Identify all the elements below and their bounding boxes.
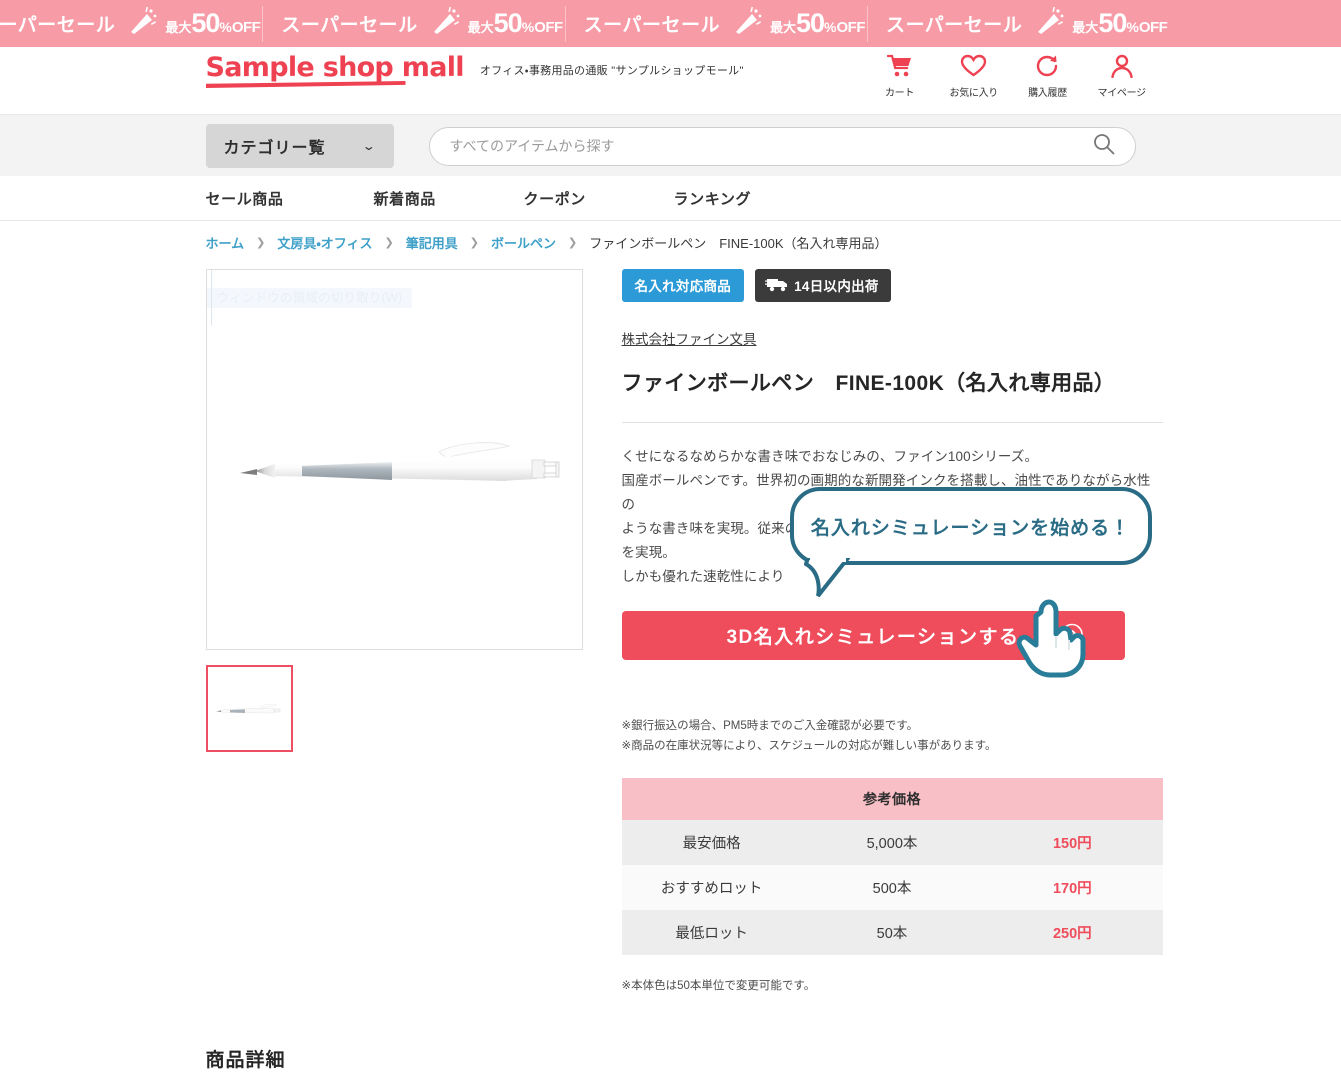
breadcrumb-item-current: ファインボールペン FINE-100K（名入れ専用品） bbox=[589, 235, 888, 251]
nav-item-coupon[interactable]: クーポン bbox=[524, 188, 674, 209]
nav-item-ranking[interactable]: ランキング bbox=[674, 188, 752, 209]
ballpoint-pen-thumbnail-illustration bbox=[215, 703, 280, 714]
search-bar-region: カテゴリー覧 ⌄ bbox=[0, 114, 1341, 176]
sale-banner-discount: 最大 50% OFF bbox=[165, 8, 261, 38]
party-cracker-icon bbox=[732, 6, 762, 40]
vendor-link[interactable]: 株式会社ファイン文具 bbox=[622, 328, 757, 348]
status-badge-shipping: 14日以内出荷 bbox=[755, 269, 891, 302]
product-info: 名入れ対応商品 14日以内出荷 株式会社ファイン文具 ファインボールペン FIN… bbox=[621, 269, 1163, 993]
header-item-cart[interactable]: カート bbox=[876, 51, 924, 99]
breadcrumb-separator-icon: ❯ bbox=[567, 236, 578, 249]
site-tagline: オフィス・事務用品の通販 "サンプルショップモール" bbox=[479, 65, 744, 77]
product-badges: 名入れ対応商品 14日以内出荷 bbox=[621, 269, 1163, 302]
chevron-down-icon: ⌄ bbox=[362, 139, 378, 153]
table-header-row: 参考価格 bbox=[621, 778, 1163, 820]
breadcrumb-separator-icon: ❯ bbox=[384, 236, 394, 249]
sale-banner-item: スーパーセール 最大50%OFF bbox=[262, 5, 564, 42]
history-icon bbox=[1024, 51, 1072, 81]
ballpoint-pen-illustration bbox=[239, 442, 559, 481]
header-item-mypage[interactable]: マイページ bbox=[1098, 51, 1146, 99]
price-row-price: 170円 bbox=[982, 865, 1163, 910]
simulation-callout-bubble: 名入れシミュレーションを始める！ bbox=[789, 487, 1152, 565]
price-row-price: 150円 bbox=[982, 820, 1163, 865]
search-icon[interactable] bbox=[1093, 133, 1115, 160]
nav-item-new[interactable]: 新着商品 bbox=[374, 188, 524, 209]
breadcrumb-item-home[interactable]: ホーム bbox=[206, 233, 245, 252]
search-field-wrapper[interactable] bbox=[428, 126, 1136, 166]
category-dropdown-label: カテゴリー覧 bbox=[223, 140, 326, 157]
price-row-qty: 5,000本 bbox=[801, 820, 983, 865]
price-row-price: 250円 bbox=[982, 910, 1163, 955]
callout-tail-shape bbox=[803, 558, 850, 598]
sale-banner-label: スーパーセール bbox=[0, 15, 116, 36]
account-icon bbox=[1098, 51, 1146, 81]
header-item-favorites-label: お気に入り bbox=[949, 88, 999, 99]
header-item-favorites[interactable]: お気に入り bbox=[950, 51, 998, 99]
header-item-cart-label: カート bbox=[884, 88, 915, 99]
sale-banner: スーパーセール 最大50%OFF スーパーセール bbox=[0, 0, 1341, 47]
header-icon-group: カート お気に入り 購入履歴 マイページ bbox=[876, 51, 1146, 99]
party-cracker-icon bbox=[430, 6, 460, 40]
shipping-note-line: ※銀行振込の場合、PM5時までのご入金確認が必要です。 bbox=[621, 720, 919, 732]
page-title: ファインボールペン FINE-100K（名入れ専用品） bbox=[621, 372, 1116, 395]
start-3d-simulation-button-label: 3D名入れシミュレーションする bbox=[726, 627, 1020, 648]
product-gallery: ウィンドウの領域の切り取り(W) bbox=[205, 269, 583, 993]
sale-banner-discount: 最大 50% OFF bbox=[1072, 8, 1168, 38]
divider bbox=[621, 422, 1163, 423]
reference-price-table: 参考価格 最安価格 5,000本 150円 おすすめロット 500本 170円 bbox=[621, 778, 1163, 955]
product-description-line: くせになるなめらかな書き味でおなじみの、ファイン100シリーズ。 bbox=[621, 449, 1039, 464]
product-description-line: しかも優れた速乾性により bbox=[621, 569, 785, 584]
search-input[interactable] bbox=[449, 138, 1093, 154]
product-main-image[interactable]: ウィンドウの領域の切り取り(W) bbox=[205, 269, 583, 650]
site-logo[interactable]: Sample shop mall オフィス・事務用品の通販 "サンプルショップモ… bbox=[205, 54, 744, 90]
sale-banner-discount: 最大 50% OFF bbox=[769, 8, 866, 38]
category-dropdown[interactable]: カテゴリー覧 ⌄ bbox=[205, 124, 394, 168]
breadcrumb-separator-icon: ❯ bbox=[469, 236, 479, 249]
price-row-label: 最安価格 bbox=[621, 820, 802, 865]
sale-banner-item: スーパーセール 最大50%OFF bbox=[866, 5, 1169, 42]
truck-icon bbox=[765, 276, 791, 295]
primary-nav: セール商品 新着商品 クーポン ランキング bbox=[0, 176, 1341, 221]
status-badge-naire: 名入れ対応商品 bbox=[621, 269, 745, 302]
sale-banner-track: スーパーセール 最大50%OFF スーパーセール bbox=[0, 5, 1169, 42]
product-thumbnail-list bbox=[205, 665, 583, 752]
breadcrumb: ホーム ❯ 文房具・オフィス ❯ 筆記用具 ❯ ボールペン ❯ ファインボールペ… bbox=[196, 221, 1146, 263]
sale-banner-discount: 最大 50% OFF bbox=[467, 8, 564, 38]
heart-icon bbox=[950, 51, 998, 81]
party-cracker-icon bbox=[127, 6, 157, 40]
simulation-callout-text: 名入れシミュレーションを始める！ bbox=[810, 517, 1131, 539]
product-detail: ウィンドウの領域の切り取り(W) 名入れ対応商品 14日以内出荷 株式会社ファイ… bbox=[196, 269, 1163, 993]
breadcrumb-item-stationery[interactable]: 文房具・オフィス bbox=[277, 233, 372, 252]
product-detail-heading: 商品詳細 bbox=[205, 1050, 286, 1071]
header-item-history-label: 購入履歴 bbox=[1028, 88, 1067, 99]
header-item-history[interactable]: 購入履歴 bbox=[1024, 51, 1072, 99]
sale-banner-item: スーパーセール 最大50%OFF bbox=[0, 6, 262, 42]
price-row-qty: 50本 bbox=[801, 910, 983, 955]
cart-icon bbox=[876, 51, 924, 81]
reference-price-table-title: 参考価格 bbox=[621, 778, 1163, 820]
price-row-qty: 500本 bbox=[801, 865, 983, 910]
shipping-note-line: ※商品の在庫状況等により、スケジュールの対応が難しい事があります。 bbox=[621, 740, 997, 752]
nav-item-sale[interactable]: セール商品 bbox=[206, 188, 374, 209]
product-thumbnail[interactable] bbox=[205, 665, 293, 752]
breadcrumb-item-writing[interactable]: 筆記用具 bbox=[406, 233, 458, 252]
price-row-label: おすすめロット bbox=[621, 865, 802, 910]
breadcrumb-separator-icon: ❯ bbox=[256, 236, 266, 249]
table-row: 最安価格 5,000本 150円 bbox=[621, 820, 1163, 865]
table-row: 最低ロット 50本 250円 bbox=[621, 910, 1163, 955]
body-color-note: ※本体色は50本単位で変更可能です。 bbox=[621, 980, 816, 992]
shipping-notes: ※銀行振込の場合、PM5時までのご入金確認が必要です。 ※商品の在庫状況等により… bbox=[622, 716, 1163, 756]
sale-banner-item: スーパーセール 最大50%OFF bbox=[564, 5, 867, 42]
status-badge-shipping-label: 14日以内出荷 bbox=[794, 279, 879, 294]
price-row-label: 最低ロット bbox=[621, 910, 802, 955]
site-header: Sample shop mall オフィス・事務用品の通販 "サンプルショップモ… bbox=[0, 47, 1341, 114]
breadcrumb-item-ballpen[interactable]: ボールペン bbox=[491, 233, 556, 252]
table-row: おすすめロット 500本 170円 bbox=[621, 865, 1163, 910]
hand-pointer-cursor-icon bbox=[1016, 599, 1085, 678]
header-item-mypage-label: マイページ bbox=[1097, 88, 1147, 99]
party-cracker-icon bbox=[1034, 6, 1064, 40]
